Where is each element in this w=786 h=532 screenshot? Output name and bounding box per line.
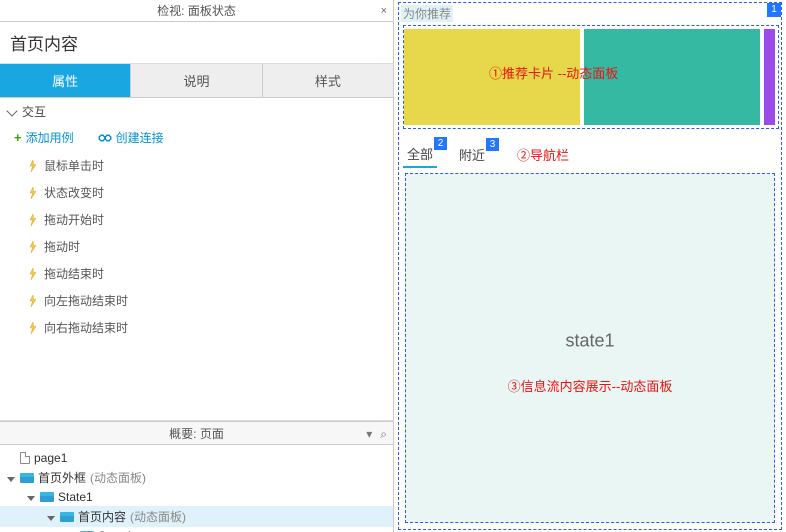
inspector-header-label: 检视: 面板状态 — [157, 4, 236, 18]
annotation-badge-2: 2 — [434, 137, 447, 150]
page-icon — [20, 452, 30, 464]
tree-node-frame[interactable]: 首页外框 (动态面板) — [0, 467, 393, 488]
tab-properties[interactable]: 属性 — [0, 64, 131, 97]
event-item[interactable]: 向右拖动结束时 — [0, 314, 393, 341]
event-item[interactable]: 拖动开始时 — [0, 206, 393, 233]
dynamic-panel-icon — [20, 473, 34, 483]
annotation-note-3: ③信息流内容展示--动态面板 — [508, 376, 673, 395]
annotation-badge-1: 1 — [767, 3, 781, 17]
dynamic-panel-icon — [60, 512, 74, 522]
navbar: 全部 2 附近 3 ②导航栏 — [403, 141, 777, 167]
interaction-section-title: 交互 — [22, 103, 46, 120]
nav-tab-all[interactable]: 全部 2 — [403, 141, 437, 168]
chevron-down-icon — [6, 105, 17, 116]
event-item[interactable]: 拖动时 — [0, 233, 393, 260]
feed-state-label: state1 — [406, 331, 774, 352]
chevron-down-icon[interactable] — [6, 471, 16, 485]
annotation-note-1: ①推荐卡片 --动态面板 — [489, 63, 618, 82]
bolt-icon — [28, 187, 38, 199]
filter-icon[interactable]: ▾ — [366, 422, 372, 446]
interaction-section-header[interactable]: 交互 — [0, 98, 393, 125]
outline-header: 概要: 页面 ▾ ⌕ — [0, 421, 393, 445]
event-item[interactable]: 拖动结束时 — [0, 260, 393, 287]
chevron-down-icon[interactable] — [26, 490, 36, 504]
tree-node-content[interactable]: 首页内容 (动态面板) — [0, 506, 393, 527]
create-link-link[interactable]: 创建连接 — [98, 129, 164, 146]
tree-node-state1[interactable]: State1 — [0, 488, 393, 506]
event-item[interactable]: 向左拖动结束时 — [0, 287, 393, 314]
bolt-icon — [28, 295, 38, 307]
inspector-header: 检视: 面板状态 × — [0, 0, 393, 22]
outline-header-label: 概要: 页面 — [169, 427, 224, 441]
bolt-icon — [28, 160, 38, 172]
feed-panel[interactable]: state1 ③信息流内容展示--动态面板 — [405, 173, 775, 523]
bolt-icon — [28, 241, 38, 253]
search-icon[interactable]: ⌕ — [380, 422, 387, 446]
card-purple[interactable] — [764, 29, 775, 125]
event-item[interactable]: 状态改变时 — [0, 179, 393, 206]
inspector-tabs: 属性 说明 样式 — [0, 64, 393, 98]
add-case-link[interactable]: 添加用例 — [14, 129, 74, 146]
rec-label: 为你推荐 — [401, 5, 453, 22]
annotation-note-2: ②导航栏 — [517, 145, 569, 164]
outline-tree[interactable]: page1 首页外框 (动态面板) State1 首页内容 (动态面板) — [0, 445, 393, 532]
tab-style[interactable]: 样式 — [263, 64, 393, 97]
annotation-badge-3: 3 — [486, 138, 499, 151]
event-item[interactable]: 鼠标单击时 — [0, 152, 393, 179]
close-icon[interactable]: × — [381, 0, 387, 22]
event-list[interactable]: 鼠标单击时 状态改变时 拖动开始时 拖动时 拖动结束时 向左拖动结束时 向右拖动… — [0, 152, 393, 420]
widget-title: 首页内容 — [0, 22, 393, 64]
bolt-icon — [28, 268, 38, 280]
bolt-icon — [28, 214, 38, 226]
tree-node-state1b[interactable]: State1 — [0, 527, 393, 532]
bolt-icon — [28, 322, 38, 334]
dynamic-panel-icon — [40, 492, 54, 502]
canvas-preview: 为你推荐 1 ①推荐卡片 --动态面板 全部 2 附近 3 ②导航栏 — [394, 0, 786, 532]
interaction-section: 交互 添加用例 创建连接 鼠标单击时 状态改变时 拖动开始时 拖动时 拖动结束时… — [0, 98, 393, 421]
interaction-links: 添加用例 创建连接 — [0, 125, 393, 152]
tab-notes[interactable]: 说明 — [131, 64, 262, 97]
tree-node-page[interactable]: page1 — [0, 449, 393, 467]
chevron-down-icon[interactable] — [46, 510, 56, 524]
nav-tab-near[interactable]: 附近 3 — [455, 142, 489, 167]
